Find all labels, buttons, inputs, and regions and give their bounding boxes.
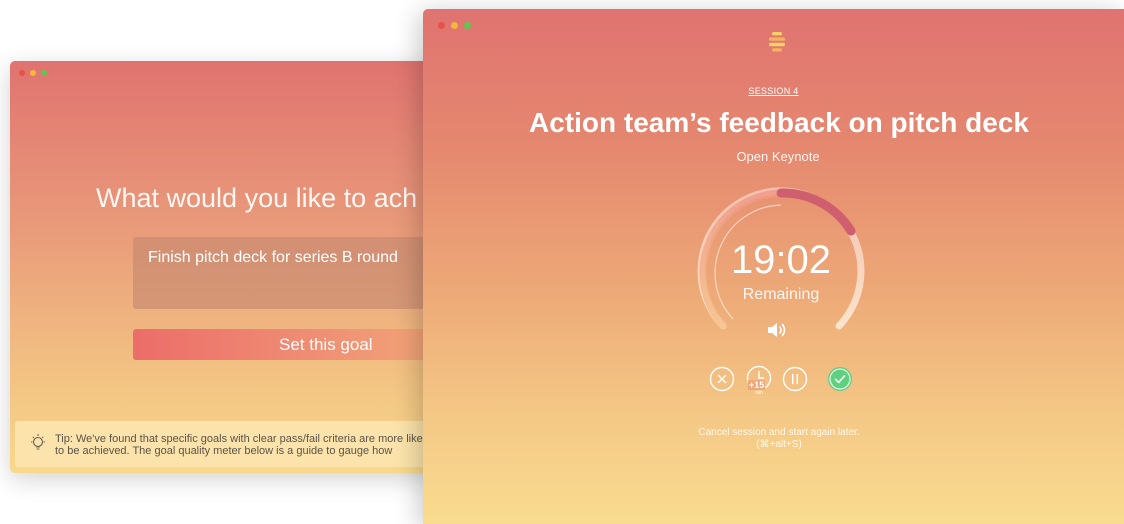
goal-window: What would you like to ach Finish pitch … <box>10 61 480 473</box>
zoom-window-button[interactable] <box>464 22 471 29</box>
close-window-button[interactable] <box>438 22 445 29</box>
close-window-button[interactable] <box>19 70 25 76</box>
cancel-hint-line1: Cancel session and start again later. <box>698 427 860 438</box>
speaker-icon[interactable] <box>766 320 788 340</box>
session-label[interactable]: SESSION 4 <box>423 86 1124 96</box>
app-logo-icon <box>769 32 785 52</box>
minimize-window-button[interactable] <box>30 70 36 76</box>
session-controls: +15 min <box>709 365 859 405</box>
pause-circle-icon[interactable] <box>782 366 808 392</box>
window-controls <box>19 70 47 76</box>
close-circle-icon[interactable] <box>709 366 735 392</box>
set-goal-button[interactable]: Set this goal <box>133 329 463 360</box>
timer-label: Remaining <box>742 286 820 303</box>
extend-unit: min <box>755 390 764 396</box>
timer-time: 19:02 <box>730 238 832 282</box>
session-title: Action team’s feedback on pitch deck <box>529 107 1029 138</box>
tip-text: Tip: We've found that specific goals wit… <box>55 433 431 457</box>
session-subtitle: Open Keynote <box>736 149 820 164</box>
extend-session-button[interactable]: +15 min <box>745 365 773 401</box>
checkmark-circle-icon[interactable] <box>827 366 853 392</box>
zoom-window-button[interactable] <box>41 70 47 76</box>
lightbulb-icon <box>31 434 45 450</box>
tip-bar: Tip: We've found that specific goals wit… <box>15 421 480 467</box>
minimize-window-button[interactable] <box>451 22 458 29</box>
cancel-hint: Cancel session and start again later. (⌘… <box>423 427 1124 451</box>
cancel-hint-shortcut: (⌘+alt+S) <box>756 439 802 450</box>
extend-amount: +15 <box>748 380 766 390</box>
goal-input[interactable]: Finish pitch deck for series B round <box>133 237 463 309</box>
session-window: SESSION 4 Action team’s feedback on pitc… <box>423 9 1124 524</box>
window-controls <box>438 22 471 29</box>
